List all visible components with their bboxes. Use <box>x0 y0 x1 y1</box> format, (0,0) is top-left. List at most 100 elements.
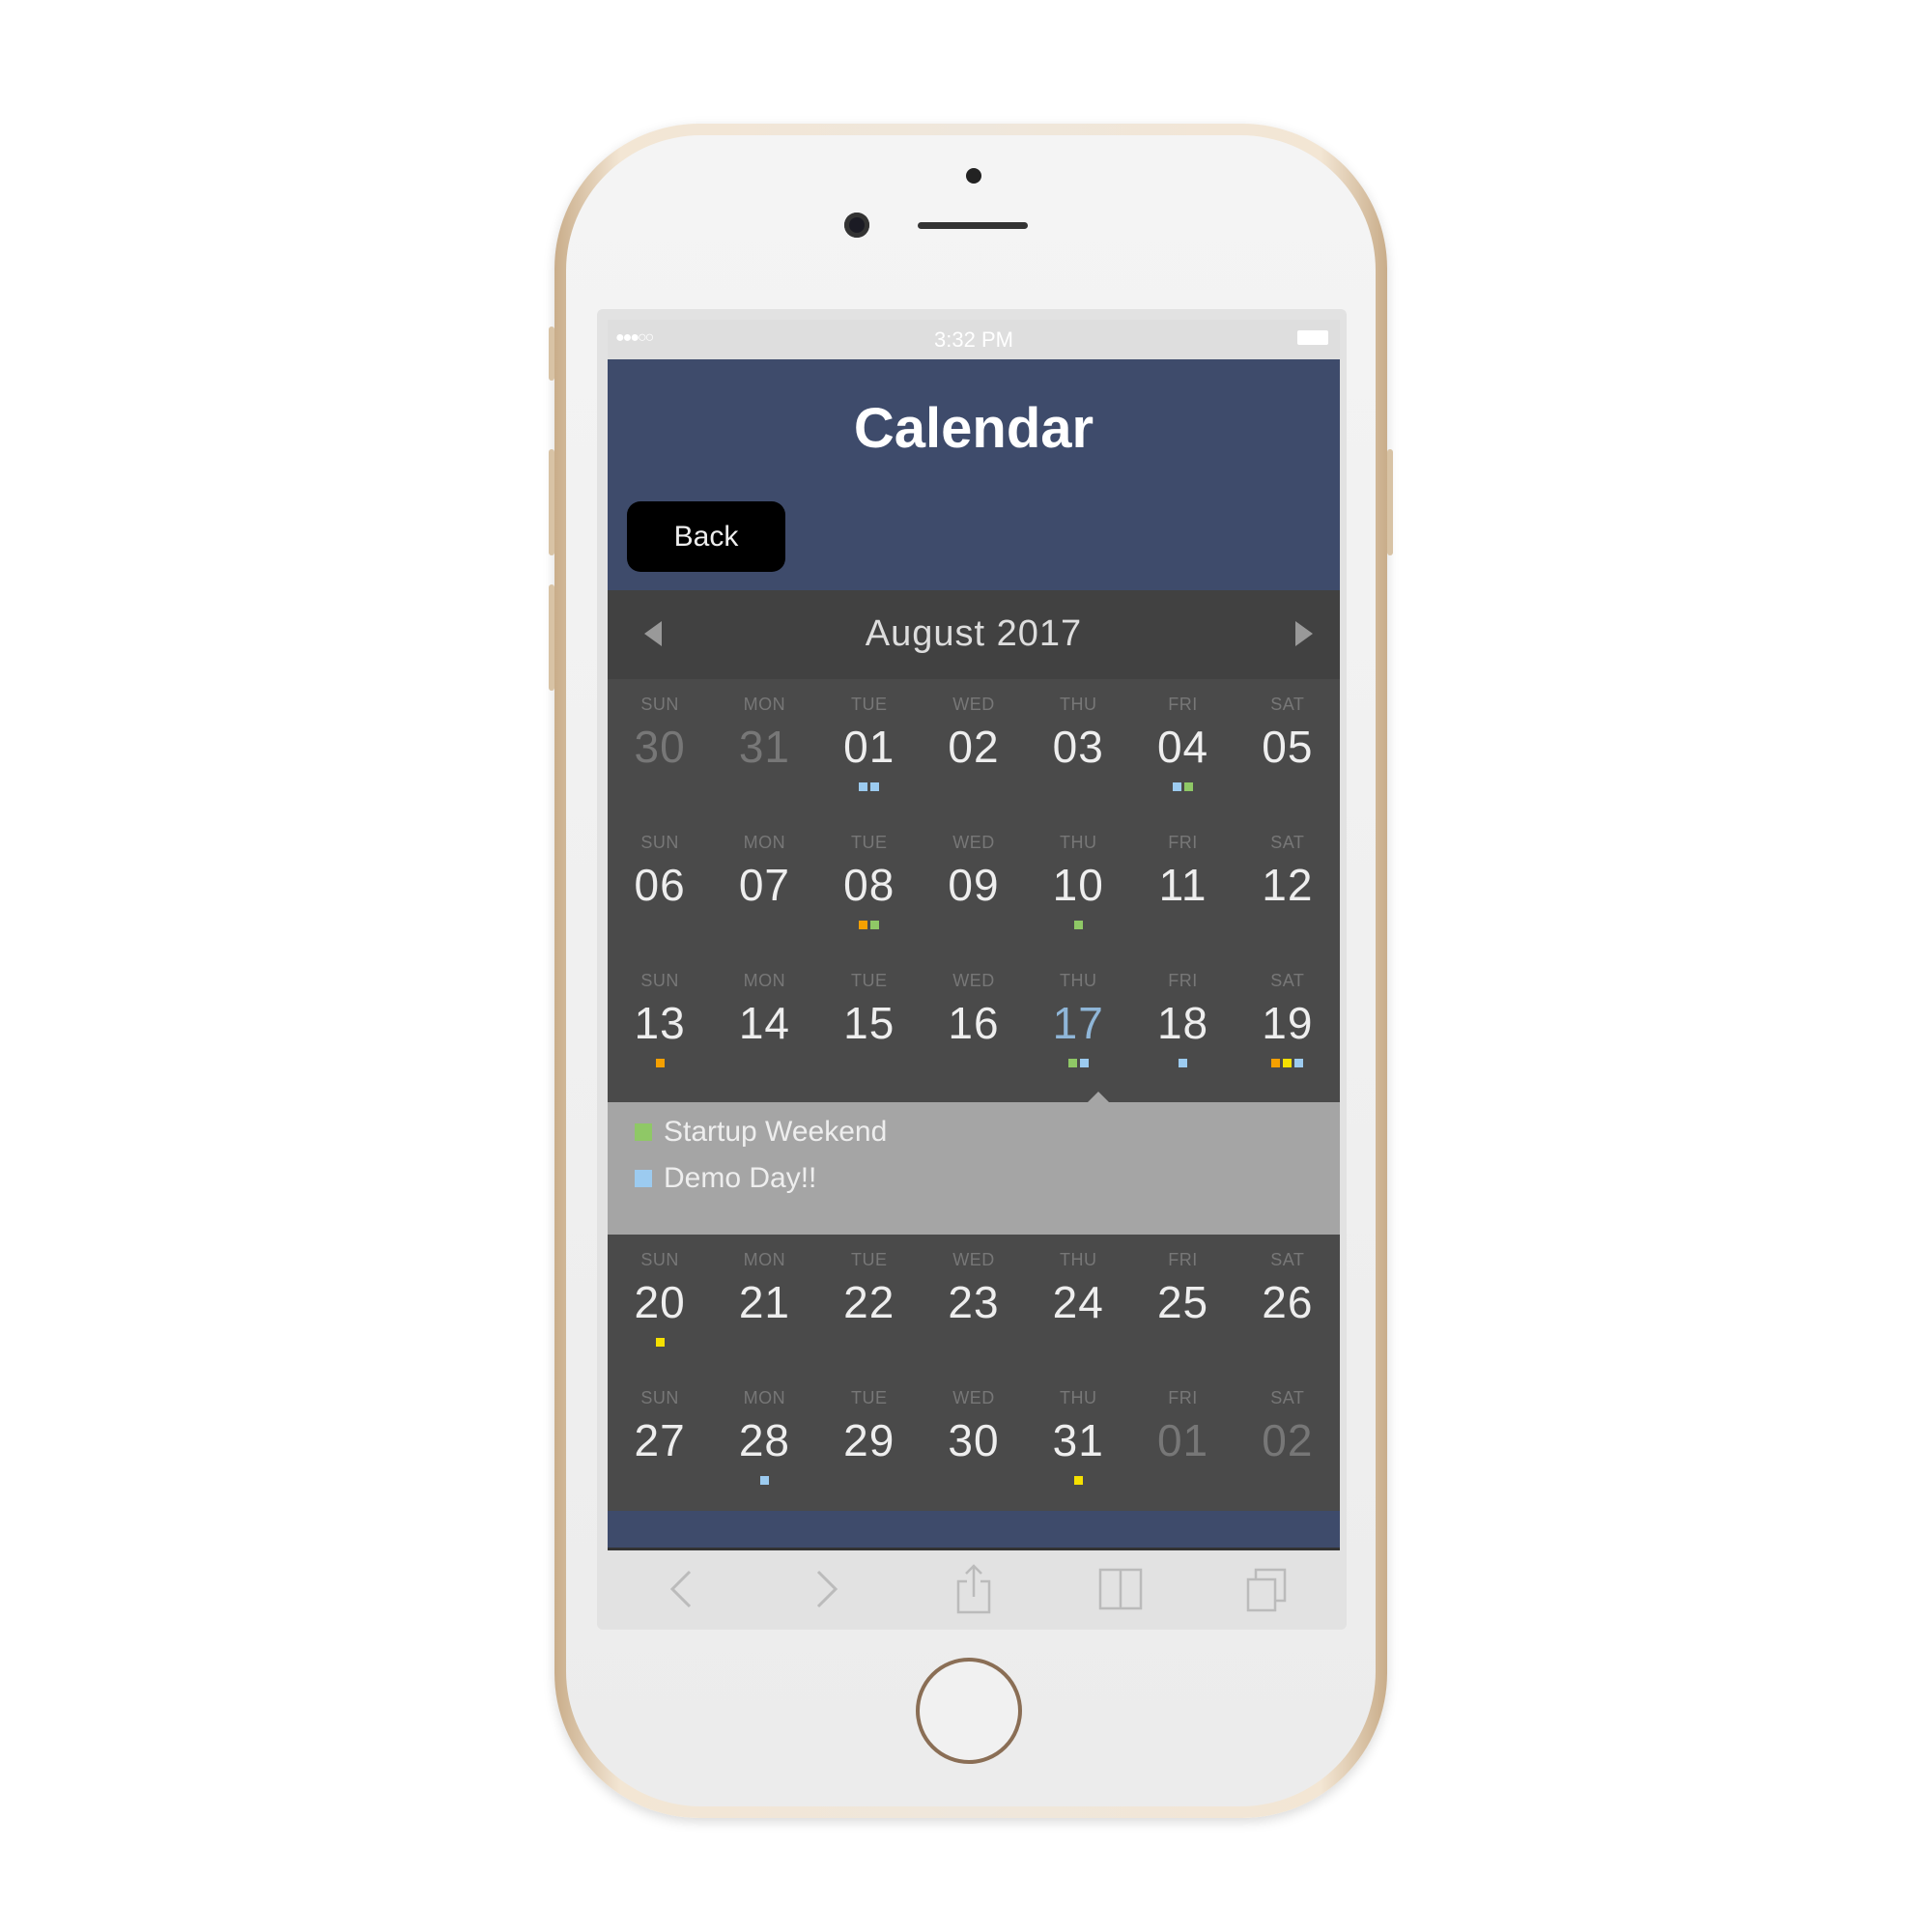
weekday-label: MON <box>743 1388 786 1407</box>
event-dots <box>817 1059 922 1067</box>
calendar-day[interactable]: TUE 01 <box>817 679 922 817</box>
status-time: 3:32 PM <box>934 327 1013 352</box>
day-number: 31 <box>1052 1415 1104 1465</box>
weekday-label: TUE <box>850 1388 888 1407</box>
weekday-label: FRI <box>1168 833 1198 852</box>
earpiece-speaker <box>918 222 1028 229</box>
calendar-day[interactable]: SUN 06 <box>608 817 712 955</box>
calendar-day[interactable]: FRI 18 <box>1130 955 1235 1102</box>
calendar-day[interactable]: SAT 05 <box>1236 679 1340 817</box>
day-number: 02 <box>1262 1415 1314 1465</box>
event-dots <box>712 782 816 791</box>
calendar-day[interactable]: SUN 30 <box>608 679 712 817</box>
calendar-day[interactable]: MON 14 <box>712 955 816 1102</box>
day-number: 30 <box>948 1415 1000 1465</box>
calendar-day[interactable]: MON 31 <box>712 679 816 817</box>
calendar-day[interactable]: SAT 12 <box>1236 817 1340 955</box>
calendar-day[interactable]: MON 21 <box>712 1235 816 1373</box>
event-dots <box>712 1476 816 1485</box>
weekday-label: MON <box>743 833 786 852</box>
event-color-icon <box>635 1123 652 1141</box>
event-dots <box>817 1338 922 1347</box>
calendar-day[interactable]: TUE 29 <box>817 1373 922 1511</box>
calendar-day[interactable]: WED 02 <box>922 679 1026 817</box>
calendar-day-selected[interactable]: THU 17 <box>1026 955 1130 1102</box>
weekday-label: SAT <box>1270 833 1305 852</box>
calendar-day[interactable]: FRI 11 <box>1130 817 1235 955</box>
next-month-icon[interactable] <box>1295 621 1313 646</box>
event-item[interactable]: Startup Weekend <box>635 1116 887 1149</box>
weekday-label: THU <box>1060 833 1097 852</box>
event-dot-icon <box>1073 1476 1083 1485</box>
calendar-day[interactable]: WED 09 <box>922 817 1026 955</box>
day-number: 08 <box>843 860 895 910</box>
battery-icon <box>1297 330 1328 345</box>
event-dots <box>1236 921 1340 929</box>
calendar-day[interactable]: THU 10 <box>1026 817 1130 955</box>
calendar-day[interactable]: WED 23 <box>922 1235 1026 1373</box>
event-dots <box>1026 1338 1130 1347</box>
weekday-label: SUN <box>640 1250 679 1269</box>
day-number: 30 <box>634 722 686 772</box>
event-item[interactable]: Demo Day!! <box>635 1162 816 1195</box>
event-dot-icon <box>1283 1059 1293 1067</box>
calendar-day[interactable]: SUN 13 <box>608 955 712 1102</box>
event-dots <box>712 1059 816 1067</box>
front-camera <box>844 213 869 238</box>
home-button[interactable] <box>916 1658 1022 1764</box>
calendar-day[interactable]: THU 03 <box>1026 679 1130 817</box>
calendar-day[interactable]: MON 07 <box>712 817 816 955</box>
weekday-label: WED <box>952 971 995 990</box>
back-button[interactable]: Back <box>627 501 785 572</box>
calendar-day[interactable]: WED 30 <box>922 1373 1026 1511</box>
calendar-day[interactable]: THU 31 <box>1026 1373 1130 1511</box>
calendar-day[interactable]: SAT 26 <box>1236 1235 1340 1373</box>
calendar-app: Calendar Back August 2017 SUN 30 MON 31 TUE 0… <box>608 359 1340 1550</box>
weekday-label: WED <box>952 1250 995 1269</box>
calendar-day[interactable]: TUE 15 <box>817 955 922 1102</box>
day-number: 01 <box>843 722 895 772</box>
calendar-day[interactable]: THU 24 <box>1026 1235 1130 1373</box>
event-dot-icon <box>859 782 868 791</box>
event-dots <box>1130 782 1235 791</box>
calendar-day[interactable]: FRI 25 <box>1130 1235 1235 1373</box>
calendar-day[interactable]: SUN 20 <box>608 1235 712 1373</box>
event-title: Startup Weekend <box>664 1116 888 1148</box>
calendar-day[interactable]: WED 16 <box>922 955 1026 1102</box>
weekday-label: SAT <box>1270 971 1305 990</box>
event-dots <box>608 1338 712 1347</box>
tabs-icon[interactable] <box>1242 1565 1291 1613</box>
month-label: August 2017 <box>865 613 1083 654</box>
day-number: 02 <box>948 722 1000 772</box>
calendar-day[interactable]: FRI 01 <box>1130 1373 1235 1511</box>
calendar-day[interactable]: TUE 22 <box>817 1235 922 1373</box>
calendar-day[interactable]: SAT 19 <box>1236 955 1340 1102</box>
event-dots <box>608 921 712 929</box>
weekday-label: TUE <box>850 971 888 990</box>
day-number: 28 <box>738 1415 790 1465</box>
event-dots <box>1130 1338 1235 1347</box>
weekday-label: SAT <box>1270 1388 1305 1407</box>
day-number: 15 <box>843 998 895 1048</box>
calendar-week-row: SUN 13 MON 14 TUE 15 WED 16 THU 17 FRI 18 SAT 19 <box>608 955 1340 1102</box>
day-number: 07 <box>738 860 790 910</box>
share-icon[interactable] <box>950 1564 998 1614</box>
day-number: 04 <box>1156 722 1209 772</box>
weekday-label: MON <box>743 1250 786 1269</box>
calendar-week-row: SUN 30 MON 31 TUE 01 WED 02 THU 03 FRI 04 SAT 05 <box>608 679 1340 817</box>
calendar-day[interactable]: SAT 02 <box>1236 1373 1340 1511</box>
calendar-day[interactable]: TUE 08 <box>817 817 922 955</box>
event-dot-icon <box>870 782 880 791</box>
back-icon[interactable] <box>657 1565 705 1613</box>
browser-toolbar <box>608 1548 1340 1630</box>
calendar-day[interactable]: SUN 27 <box>608 1373 712 1511</box>
event-dots <box>1236 1338 1340 1347</box>
event-dots <box>922 782 1026 791</box>
day-number: 20 <box>634 1277 686 1327</box>
forward-icon[interactable] <box>803 1565 851 1613</box>
event-dots <box>608 782 712 791</box>
calendar-day[interactable]: MON 28 <box>712 1373 816 1511</box>
calendar-day[interactable]: FRI 04 <box>1130 679 1235 817</box>
bookmarks-icon[interactable] <box>1096 1565 1145 1613</box>
weekday-label: MON <box>743 971 786 990</box>
